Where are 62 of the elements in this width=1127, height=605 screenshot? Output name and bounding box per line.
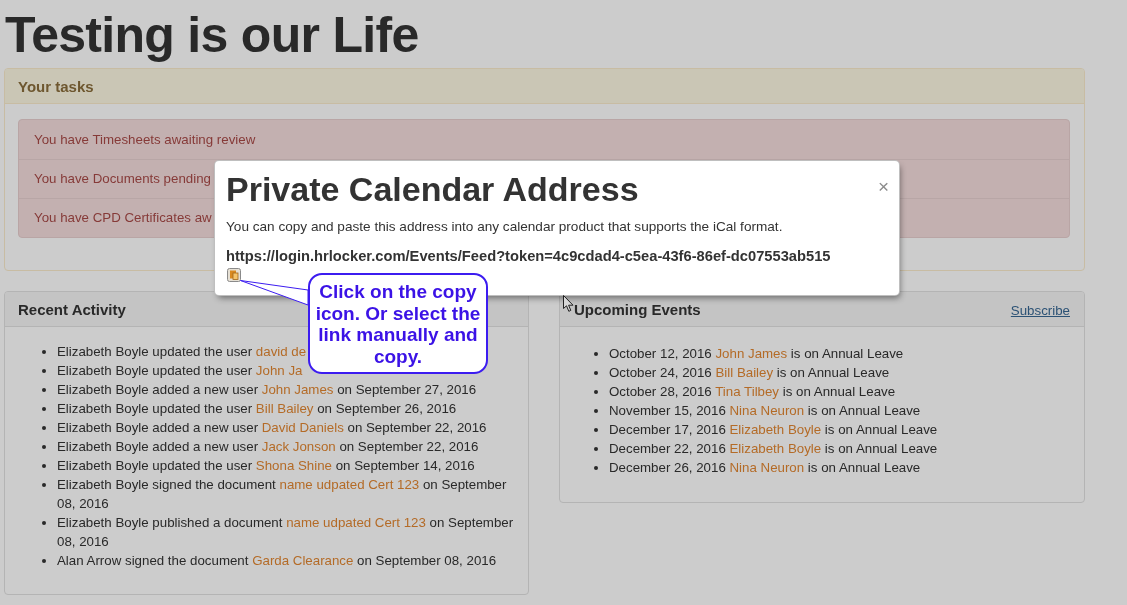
activity-link[interactable]: name udpated Cert 123 — [279, 477, 420, 492]
bullet-icon — [594, 447, 598, 451]
event-text: December 17, 2016 Elizabeth Boyle is on Annual Leave — [609, 421, 938, 439]
bullet-icon — [42, 521, 46, 525]
activity-text: Elizabeth Boyle added a new user David Daniels on September 22, 2016 — [57, 419, 487, 437]
bullet-icon — [42, 426, 46, 430]
bullet-icon — [594, 428, 598, 432]
event-text: October 24, 2016 Bill Bailey is on Annual Leave — [609, 364, 890, 382]
modal-title: Private Calendar Address — [226, 169, 639, 209]
bullet-icon — [594, 466, 598, 470]
panel-title: Your tasks — [18, 76, 94, 96]
activity-link[interactable]: name udpated Cert 123 — [286, 515, 426, 530]
bullet-icon — [42, 350, 46, 354]
bullet-icon — [594, 409, 598, 413]
activity-link[interactable]: Shona Shine — [255, 458, 332, 473]
activity-text: Elizabeth Boyle updated the user Shona Shine on September 14, 2016 — [57, 457, 475, 475]
person-link[interactable]: Nina Neuron — [729, 460, 805, 475]
event-text: October 28, 2016 Tina Tilbey is on Annual Leave — [609, 383, 896, 401]
bullet-icon — [42, 445, 46, 449]
cursor-icon — [563, 295, 574, 312]
bullet-icon — [42, 464, 46, 468]
event-text: November 15, 2016 Nina Neuron is on Annual Leave — [609, 402, 921, 420]
activity-link[interactable]: John Ja — [255, 363, 303, 378]
person-link[interactable]: Tina Tilbey — [715, 384, 780, 399]
activity-link[interactable]: Jack Jonson — [261, 439, 336, 454]
person-link[interactable]: Elizabeth Boyle — [729, 422, 822, 437]
modal-description: You can copy and paste this address into any calendar product that supports the iCal format. — [226, 218, 784, 236]
event-text: October 12, 2016 John James is on Annual Leave — [609, 345, 904, 363]
subscribe-link[interactable]: Subscribe — [1010, 301, 1070, 320]
activity-link[interactable]: Garda Clearance — [252, 553, 354, 568]
activity-link[interactable]: Bill Bailey — [255, 401, 314, 416]
calendar-url[interactable]: https://login.hrlocker.com/Events/Feed?token=4c9cdad4-c5ea-43f6-86ef-dc07553ab515 — [226, 247, 889, 265]
callout: Click on the copy icon. Or select the link manually and copy. — [308, 273, 488, 374]
activity-link[interactable]: David Daniels — [261, 420, 344, 435]
activity-text: Elizabeth Boyle updated the user John Ja — [57, 362, 303, 380]
bullet-icon — [42, 407, 46, 411]
activity-text: Alan Arrow signed the document Garda Clearance on September 08, 2016 — [57, 552, 497, 570]
bullet-icon — [42, 369, 46, 373]
activity-text: Elizabeth Boyle added a new user Jack Jonson on September 22, 2016 — [57, 438, 479, 456]
bullet-icon — [42, 388, 46, 392]
page-title: Testing is our Life — [5, 7, 420, 63]
panel-title: Upcoming Events — [574, 299, 701, 319]
activity-link[interactable]: John James — [261, 382, 334, 397]
person-link[interactable]: Bill Bailey — [715, 365, 774, 380]
activity-text: Elizabeth Boyle added a new user John James on September 27, 2016 — [57, 381, 477, 399]
activity-text: Elizabeth Boyle updated the user david de — [57, 343, 307, 361]
person-link[interactable]: Elizabeth Boyle — [729, 441, 822, 456]
activity-text: Elizabeth Boyle updated the user Bill Bailey on September 26, 2016 — [57, 400, 457, 418]
task-item[interactable]: You have Timesheets awaiting review — [19, 120, 1069, 159]
person-link[interactable]: Nina Neuron — [729, 403, 805, 418]
close-button[interactable]: × — [877, 177, 889, 196]
bullet-icon — [42, 483, 46, 487]
bullet-icon — [594, 371, 598, 375]
person-link[interactable]: John James — [715, 346, 788, 361]
event-text: December 26, 2016 Nina Neuron is on Annual Leave — [609, 459, 921, 477]
event-text: December 22, 2016 Elizabeth Boyle is on Annual Leave — [609, 440, 938, 458]
panel-title: Recent Activity — [18, 299, 126, 319]
bullet-icon — [42, 559, 46, 563]
bullet-icon — [594, 390, 598, 394]
activity-link[interactable]: david de — [255, 344, 307, 359]
bullet-icon — [594, 352, 598, 356]
copy-icon[interactable] — [227, 268, 241, 282]
